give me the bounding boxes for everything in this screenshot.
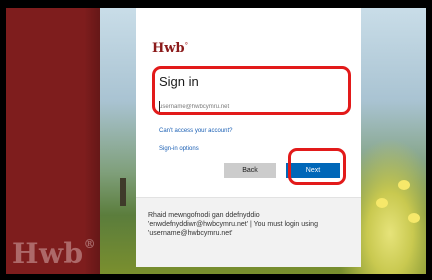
text-caret (159, 101, 160, 112)
background-flower (408, 213, 420, 223)
background-flower (376, 198, 388, 208)
background-flower (398, 180, 410, 190)
cant-access-account-link[interactable]: Can't access your account? (159, 128, 233, 134)
brand-side-panel (6, 8, 100, 274)
hwb-logo: Hwb° (152, 41, 189, 56)
page-title: Sign in (159, 74, 199, 89)
signin-options-link[interactable]: Sign-in options (159, 146, 199, 152)
signin-card: Hwb° Sign in Can't access your account? … (136, 8, 361, 267)
back-button[interactable]: Back (224, 163, 276, 178)
signin-footer: Rhaid mewngofnodi gan ddefnyddio 'enwdef… (136, 197, 361, 267)
email-input[interactable] (159, 100, 336, 115)
login-instructions-text: Rhaid mewngofnodi gan ddefnyddio 'enwdef… (148, 212, 318, 237)
next-button[interactable]: Next (286, 163, 340, 178)
background-fence-post (120, 178, 126, 206)
background-brand-logo: Hwb® (12, 237, 97, 270)
